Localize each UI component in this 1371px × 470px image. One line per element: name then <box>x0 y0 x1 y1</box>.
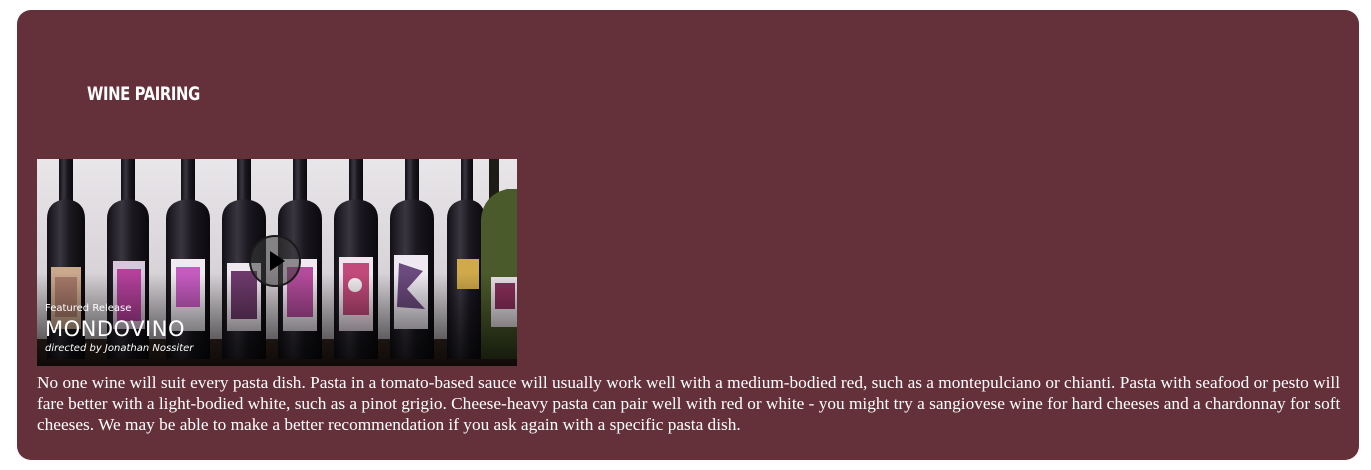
pairing-answer-text: No one wine will suit every pasta dish. … <box>37 373 1341 434</box>
video-thumbnail[interactable]: Featured Release MONDOVINO directed by J… <box>37 159 517 366</box>
play-button[interactable] <box>249 235 301 287</box>
video-kicker: Featured Release <box>45 303 132 314</box>
video-credit: directed by Jonathan Nossiter <box>45 343 194 354</box>
play-icon <box>270 251 285 271</box>
section-title: WINE PAIRING <box>87 83 200 105</box>
video-title: MONDOVINO <box>45 317 185 341</box>
wine-pairing-card: WINE PAIRING Featured Release MONDOVINO … <box>17 10 1359 460</box>
